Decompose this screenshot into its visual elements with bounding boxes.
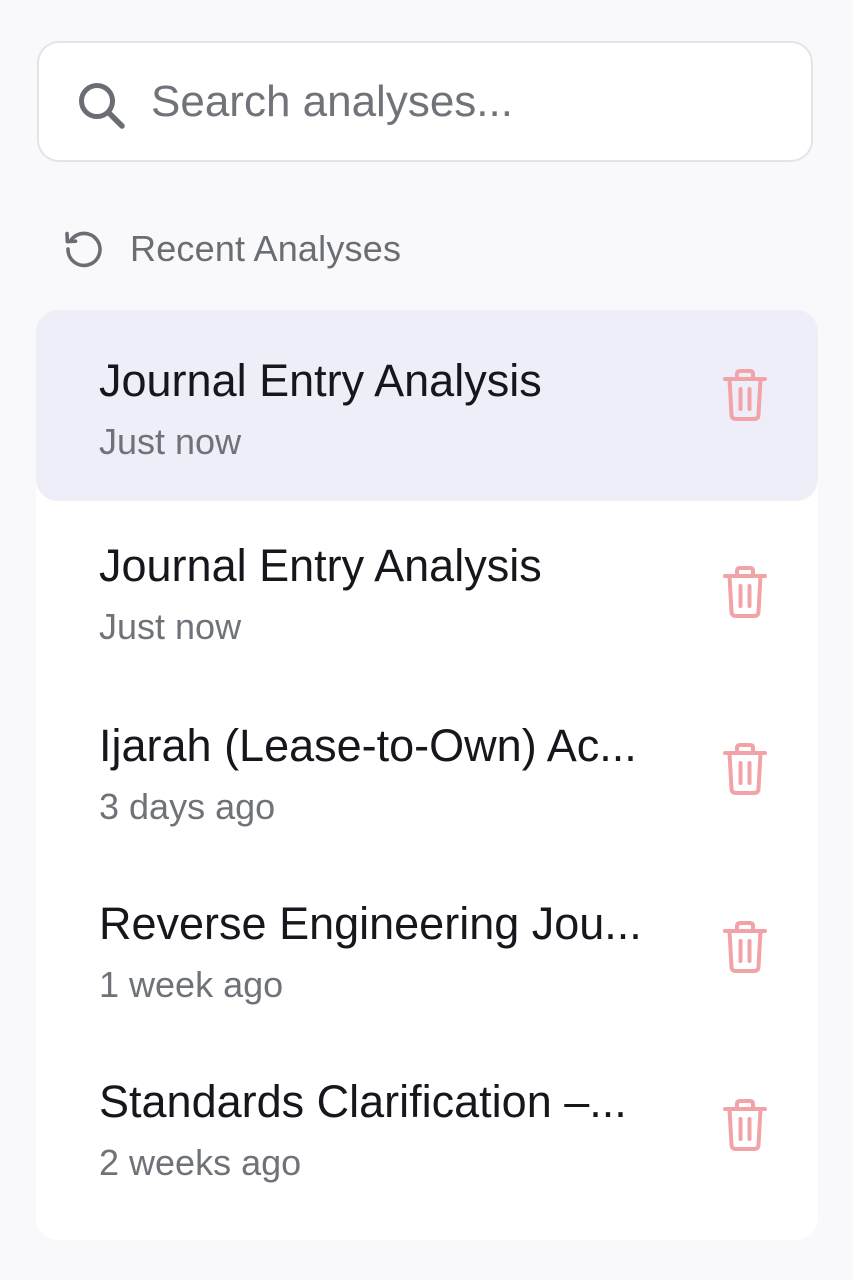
analysis-time: Just now bbox=[99, 606, 242, 647]
search-input[interactable] bbox=[151, 43, 791, 160]
search-icon bbox=[79, 83, 125, 129]
section-title: Recent Analyses bbox=[130, 228, 402, 269]
analysis-title: Ijarah (Lease-to-Own) Ac... bbox=[99, 720, 637, 771]
trash-icon[interactable] bbox=[722, 565, 768, 619]
list-item[interactable]: Reverse Engineering Jou... 1 week ago bbox=[36, 868, 818, 1048]
analysis-title: Journal Entry Analysis bbox=[99, 355, 542, 406]
analysis-title: Journal Entry Analysis bbox=[99, 540, 542, 591]
analysis-title: Standards Clarification –... bbox=[99, 1076, 627, 1127]
list-item[interactable]: Ijarah (Lease-to-Own) Ac... 3 days ago bbox=[36, 690, 818, 870]
analysis-time: 1 week ago bbox=[99, 964, 284, 1005]
analysis-time: 3 days ago bbox=[99, 786, 276, 827]
list-item[interactable]: Journal Entry Analysis Just now bbox=[36, 310, 818, 501]
list-item[interactable]: Standards Clarification –... 2 weeks ago bbox=[36, 1046, 818, 1226]
analyses-list: Journal Entry Analysis Just now Journal … bbox=[36, 310, 818, 1240]
search-box[interactable] bbox=[37, 41, 813, 162]
trash-icon[interactable] bbox=[722, 920, 768, 974]
list-item[interactable]: Journal Entry Analysis Just now bbox=[36, 510, 818, 690]
analysis-title: Reverse Engineering Jou... bbox=[99, 898, 642, 949]
trash-icon[interactable] bbox=[722, 742, 768, 796]
recent-analyses-header: Recent Analyses bbox=[62, 224, 401, 274]
history-icon bbox=[65, 231, 102, 268]
trash-icon[interactable] bbox=[722, 368, 768, 422]
analysis-time: Just now bbox=[99, 421, 242, 462]
trash-icon[interactable] bbox=[722, 1098, 768, 1152]
analysis-time: 2 weeks ago bbox=[99, 1142, 302, 1183]
